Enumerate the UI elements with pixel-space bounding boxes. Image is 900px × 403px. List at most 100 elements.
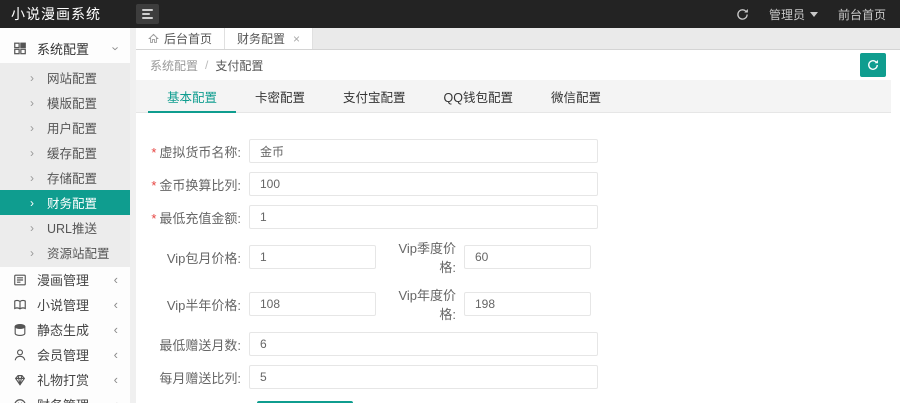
sidebar-item-storage-config[interactable]: 存储配置 bbox=[0, 165, 130, 190]
required-mark: * bbox=[151, 144, 157, 160]
comic-icon bbox=[12, 273, 28, 287]
field-label: Vip季度价格: bbox=[398, 241, 456, 275]
admin-label: 管理员 bbox=[768, 7, 805, 22]
basic-config-form: *虚拟货币名称: *金币换算比列: *最低充值金额: Vip包月价格: Vip季… bbox=[136, 113, 900, 403]
virtual-currency-name-field[interactable] bbox=[249, 139, 598, 163]
sidebar-item-label: 财务管理 bbox=[37, 395, 89, 403]
refresh-icon[interactable] bbox=[736, 8, 749, 21]
sidebar-item-website-config[interactable]: 网站配置 bbox=[0, 65, 130, 90]
menu-toggle-button[interactable] bbox=[136, 4, 159, 24]
form-row: * 最低充值金额: bbox=[144, 205, 900, 229]
form-row: Vip半年价格: Vip年度价格: bbox=[144, 285, 900, 323]
breadcrumb-parent[interactable]: 系统配置 bbox=[150, 57, 198, 74]
sidebar-item-comic-management[interactable]: 漫画管理 bbox=[0, 267, 130, 292]
sidebar-item-label: 礼物打赏 bbox=[37, 373, 90, 388]
sidebar-item-label: 小说管理 bbox=[37, 298, 90, 313]
sidebar-item-template-config[interactable]: 模版配置 bbox=[0, 90, 130, 115]
refresh-icon bbox=[867, 59, 879, 71]
tab-label: 卡密配置 bbox=[255, 90, 306, 105]
field-label: Vip年度价格: bbox=[398, 288, 456, 322]
form-row: * 金币换算比列: bbox=[144, 172, 900, 196]
tab-label: 基本配置 bbox=[167, 90, 218, 105]
sidebar-item-label: 静态生成 bbox=[37, 323, 90, 338]
tab-basic-config[interactable]: 基本配置 bbox=[148, 80, 237, 113]
app-title: 小说漫画系统 bbox=[11, 6, 101, 22]
sidebar-item-url-push[interactable]: URL推送 bbox=[0, 215, 130, 240]
tab-label: 后台首页 bbox=[164, 32, 213, 46]
chevron-down-icon bbox=[108, 46, 123, 50]
sidebar-item-label: 漫画管理 bbox=[37, 273, 90, 288]
caret-down-icon bbox=[809, 11, 818, 17]
user-icon bbox=[12, 348, 28, 362]
sidebar-item-static-generation[interactable]: 静态生成 bbox=[0, 317, 130, 342]
sidebar-item-resource-site-config[interactable]: 资源站配置 bbox=[0, 240, 130, 265]
sidebar-item-label: 用户配置 bbox=[47, 122, 98, 136]
vip-half-year-price-field[interactable] bbox=[249, 292, 376, 316]
breadcrumb-separator: / bbox=[205, 58, 209, 72]
sidebar-group-system-config[interactable]: 系统配置 bbox=[0, 33, 130, 63]
frontend-home-link[interactable]: 前台首页 bbox=[838, 6, 886, 23]
required-mark: * bbox=[151, 210, 157, 226]
tab-qq-wallet-config[interactable]: QQ钱包配置 bbox=[425, 80, 532, 112]
field-label: * 金币换算比列: bbox=[144, 175, 249, 194]
sidebar-group-label: 系统配置 bbox=[37, 41, 90, 57]
yen-circle-icon: ¥ bbox=[12, 398, 28, 403]
form-row: Vip包月价格: Vip季度价格: bbox=[144, 238, 900, 276]
chevron-left-icon bbox=[114, 372, 118, 387]
admin-dropdown[interactable]: 管理员 bbox=[769, 6, 818, 23]
tab-alipay-config[interactable]: 支付宝配置 bbox=[324, 80, 425, 112]
page-tabbar: 后台首页 财务配置 × bbox=[136, 28, 900, 50]
chevron-left-icon bbox=[114, 322, 118, 337]
tab-wechat-config[interactable]: 微信配置 bbox=[532, 80, 620, 112]
field-label: 最低赠送月数: bbox=[159, 337, 241, 353]
vip-month-price-field[interactable] bbox=[249, 245, 376, 269]
vip-quarter-price-field[interactable] bbox=[464, 245, 591, 269]
home-icon bbox=[148, 33, 159, 44]
close-icon[interactable]: × bbox=[293, 32, 300, 46]
form-row: 最低赠送月数: bbox=[144, 332, 900, 356]
monthly-gift-ratio-field[interactable] bbox=[249, 365, 598, 389]
top-header: 小说漫画系统 管理员 前台首页 bbox=[0, 0, 900, 28]
book-icon bbox=[12, 298, 28, 312]
tab-label: QQ钱包配置 bbox=[443, 90, 513, 105]
breadcrumb-current: 支付配置 bbox=[215, 58, 264, 73]
sidebar-item-label: URL推送 bbox=[47, 222, 98, 236]
min-recharge-field[interactable] bbox=[249, 205, 598, 229]
sidebar-item-member-management[interactable]: 会员管理 bbox=[0, 342, 130, 367]
label-text: 金币换算比列: bbox=[159, 177, 241, 193]
breadcrumb: 系统配置 / 支付配置 bbox=[136, 50, 900, 80]
field-label: 每月赠送比列: bbox=[159, 370, 241, 386]
sidebar-item-gift-reward[interactable]: 礼物打赏 bbox=[0, 367, 130, 392]
sidebar-item-cache-config[interactable]: 缓存配置 bbox=[0, 140, 130, 165]
system-config-submenu: 网站配置 模版配置 用户配置 缓存配置 存储配置 财务配置 URL推送 资源站配… bbox=[0, 63, 130, 267]
grid-icon bbox=[12, 41, 28, 55]
tab-backend-home[interactable]: 后台首页 bbox=[136, 28, 226, 49]
sidebar-item-finance-config[interactable]: 财务配置 bbox=[0, 190, 130, 215]
tab-finance-config[interactable]: 财务配置 × bbox=[225, 28, 314, 49]
refresh-button[interactable] bbox=[860, 53, 886, 77]
chevron-left-icon bbox=[114, 272, 118, 287]
sidebar-item-novel-management[interactable]: 小说管理 bbox=[0, 292, 130, 317]
chevron-left-icon bbox=[114, 297, 118, 312]
database-icon bbox=[12, 323, 28, 337]
field-label: Vip包月价格: bbox=[166, 250, 241, 266]
config-tabs: 基本配置 卡密配置 支付宝配置 QQ钱包配置 微信配置 bbox=[136, 80, 900, 113]
tab-card-config[interactable]: 卡密配置 bbox=[236, 80, 324, 112]
vip-year-price-field[interactable] bbox=[464, 292, 591, 316]
sidebar: 系统配置 网站配置 模版配置 用户配置 缓存配置 存储配置 财务配置 URL推送… bbox=[0, 28, 130, 403]
sidebar-item-user-config[interactable]: 用户配置 bbox=[0, 115, 130, 140]
sidebar-item-label: 会员管理 bbox=[37, 348, 90, 363]
label-text: 最低充值金额: bbox=[159, 210, 241, 226]
tab-label: 微信配置 bbox=[551, 90, 602, 105]
sidebar-item-label: 缓存配置 bbox=[47, 147, 98, 161]
sidebar-item-label: 存储配置 bbox=[47, 172, 98, 186]
sidebar-item-finance-management[interactable]: ¥ 财务管理 bbox=[0, 392, 130, 403]
header-actions: 管理员 前台首页 bbox=[736, 6, 900, 23]
coin-ratio-field[interactable] bbox=[249, 172, 598, 196]
required-mark: * bbox=[151, 177, 157, 193]
min-gift-months-field[interactable] bbox=[249, 332, 598, 356]
field-label: * 虚拟货币名称: bbox=[144, 142, 249, 161]
label-text: 虚拟货币名称: bbox=[159, 144, 241, 160]
sidebar-item-label: 资源站配置 bbox=[47, 247, 110, 261]
field-label: * 最低充值金额: bbox=[144, 208, 249, 227]
